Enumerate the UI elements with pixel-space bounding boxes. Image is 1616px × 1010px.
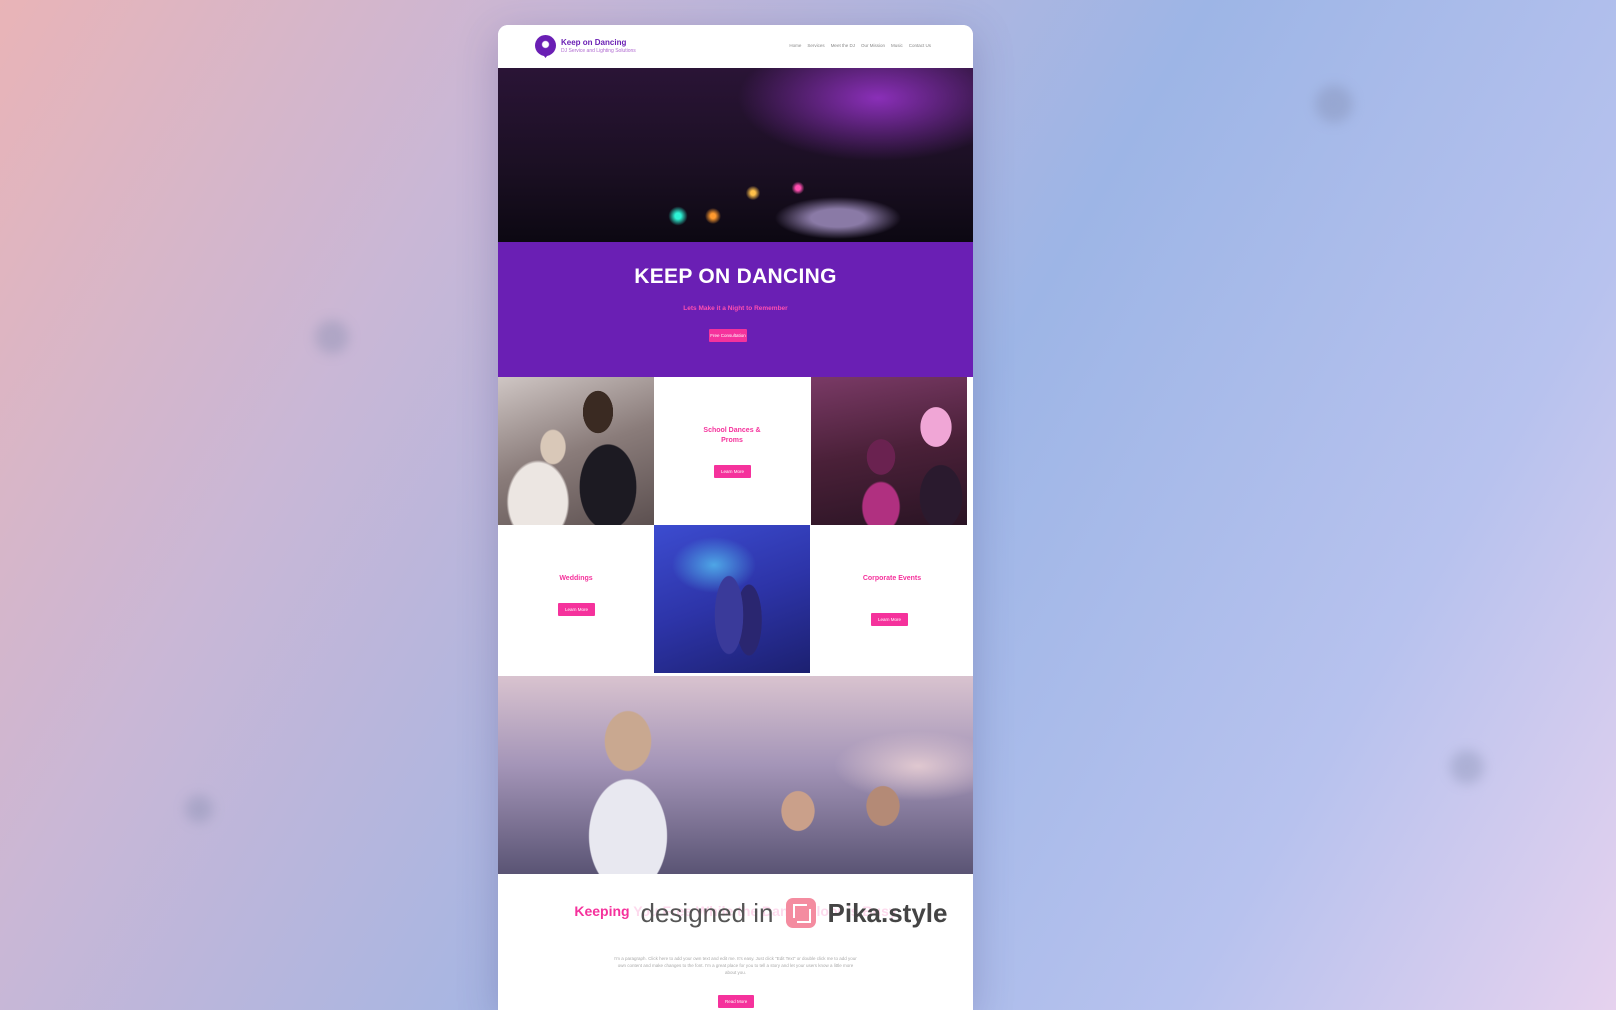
website-mockup: Keep on Dancing DJ Service and Lighting … — [498, 25, 973, 1010]
backdrop-blob — [185, 795, 213, 823]
weddings-learn-more-button[interactable]: Learn More — [558, 603, 596, 616]
friends-celebrating-image — [498, 676, 973, 874]
pika-watermark[interactable]: designed in Pika.style — [630, 889, 958, 937]
brand-name[interactable]: Keep on Dancing — [561, 38, 626, 47]
free-consultation-button[interactable]: Free Consultation — [709, 329, 747, 342]
wedding-dance-image — [498, 377, 654, 525]
intro-body: I'm a paragraph. Click here to add your … — [614, 956, 857, 975]
nav-item-meet-the-dj[interactable]: Meet the DJ — [831, 43, 855, 48]
nav-item-music[interactable]: Music — [891, 43, 903, 48]
school-dances-learn-more-button[interactable]: Learn More — [714, 465, 752, 478]
backdrop-blob — [1450, 750, 1484, 784]
brand-tagline: DJ Service and Lighting Solutions — [561, 48, 636, 54]
main-nav: Home Services Meet the DJ Our Mission Mu… — [789, 43, 931, 48]
nav-item-our-mission[interactable]: Our Mission — [861, 43, 885, 48]
corporate-events-tile: Corporate Events Learn More — [811, 525, 973, 673]
read-more-button[interactable]: Read More — [718, 995, 755, 1008]
watermark-prefix: designed in — [640, 897, 774, 928]
corporate-events-title: Corporate Events — [862, 575, 922, 582]
backdrop-blob — [315, 320, 349, 354]
weddings-tile: Weddings Learn More — [498, 525, 654, 673]
couple-dancing-image — [654, 525, 810, 673]
party-crowd-image — [811, 377, 967, 525]
hero-band: KEEP ON DANCING Lets Make it a Night to … — [498, 242, 973, 377]
nav-item-home[interactable]: Home — [789, 43, 801, 48]
hero-subtitle: Lets Make it a Night to Remember — [683, 305, 788, 312]
site-header: Keep on Dancing DJ Service and Lighting … — [498, 25, 973, 68]
nav-item-contact-us[interactable]: Contact Us — [909, 43, 931, 48]
weddings-title: Weddings — [559, 575, 593, 582]
pika-crop-icon — [785, 898, 816, 928]
school-dances-title: School Dances & Proms — [703, 427, 761, 444]
corporate-learn-more-button[interactable]: Learn More — [871, 613, 909, 626]
backdrop-blob — [1315, 85, 1353, 123]
logo-icon[interactable] — [535, 35, 556, 56]
nav-item-services[interactable]: Services — [807, 43, 824, 48]
watermark-brand: Pika.style — [827, 897, 948, 928]
hero-title: KEEP ON DANCING — [634, 265, 837, 288]
school-dances-tile: School Dances & Proms Learn More — [654, 377, 810, 525]
hero-dj-mixer-image — [498, 68, 973, 242]
